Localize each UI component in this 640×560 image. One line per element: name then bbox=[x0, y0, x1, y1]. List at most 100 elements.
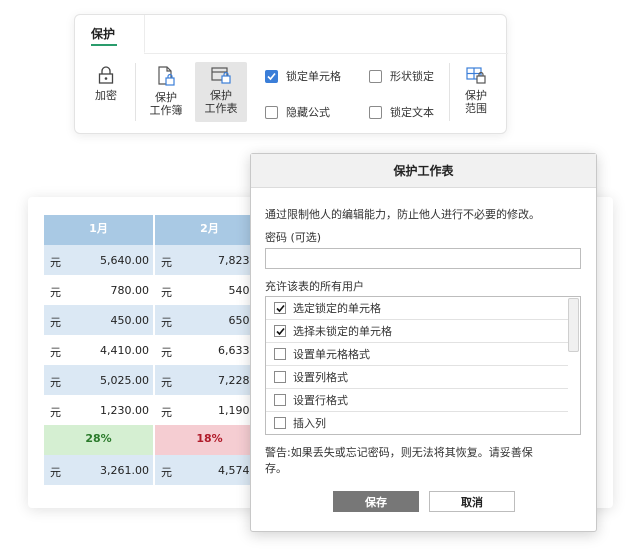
table-cell[interactable]: 元 7,228.0 bbox=[155, 365, 265, 395]
currency-label: 元 bbox=[161, 316, 172, 329]
currency-label: 元 bbox=[50, 316, 61, 329]
currency-label: 元 bbox=[50, 256, 61, 269]
cancel-button[interactable]: 取消 bbox=[429, 491, 515, 512]
hide-formula-label: 隐藏公式 bbox=[286, 106, 330, 119]
list-item[interactable]: 设置列格式 bbox=[266, 366, 568, 389]
protect-sheet-dialog: 保护工作表 通过限制他人的编辑能力，防止他人进行不必要的修改。 密码 (可选) … bbox=[250, 153, 597, 532]
lock-text-option[interactable]: 锁定文本 bbox=[369, 104, 434, 120]
lock-shape-label: 形状锁定 bbox=[390, 70, 434, 83]
table-cell[interactable]: 元 3,261.00 bbox=[44, 455, 154, 485]
table-cell[interactable]: 元 5,640.00 bbox=[44, 245, 154, 275]
list-item[interactable]: 插入列 bbox=[266, 412, 568, 434]
column-header-feb[interactable]: 2月 bbox=[155, 215, 265, 245]
hide-formula-checkbox[interactable] bbox=[265, 105, 278, 119]
currency-label: 元 bbox=[161, 406, 172, 419]
currency-label: 元 bbox=[161, 286, 172, 299]
ribbon-tab-bar: 保护 bbox=[75, 15, 145, 53]
protect-range-label-2: 范围 bbox=[465, 102, 487, 115]
permission-checkbox[interactable] bbox=[274, 394, 286, 406]
column-header-jan[interactable]: 1月 bbox=[44, 215, 154, 245]
lock-shape-checkbox[interactable] bbox=[369, 69, 382, 83]
protect-range-button[interactable]: 保护 范围 bbox=[459, 65, 493, 125]
percent-cell-positive[interactable]: 28% bbox=[44, 425, 154, 455]
table-cell[interactable]: 元 780.00 bbox=[44, 275, 154, 305]
percent-cell-negative[interactable]: 18% bbox=[155, 425, 265, 455]
protect-workbook-label-1: 保护 bbox=[155, 91, 177, 104]
checkmark-icon bbox=[267, 72, 276, 80]
table-cell[interactable]: 元 5,025.00 bbox=[44, 365, 154, 395]
permission-label: 选定锁定的单元格 bbox=[293, 302, 381, 315]
protect-range-label-1: 保护 bbox=[465, 89, 487, 102]
currency-label: 元 bbox=[50, 346, 61, 359]
permission-checkbox[interactable] bbox=[274, 417, 286, 429]
currency-label: 元 bbox=[50, 376, 61, 389]
permission-label: 设置列格式 bbox=[293, 371, 348, 384]
lock-icon bbox=[98, 66, 114, 84]
checkmark-icon bbox=[275, 327, 285, 335]
table-cell[interactable]: 元 540.0 bbox=[155, 275, 265, 305]
protect-sheet-label-2: 工作表 bbox=[204, 102, 238, 115]
range-lock-icon bbox=[466, 67, 486, 84]
currency-label: 元 bbox=[161, 346, 172, 359]
hide-formula-option[interactable]: 隐藏公式 bbox=[265, 104, 330, 120]
lock-shape-option[interactable]: 形状锁定 bbox=[369, 68, 434, 84]
cell-value: 4,410.00 bbox=[100, 344, 149, 357]
cell-value: 450.00 bbox=[110, 314, 150, 327]
encrypt-button[interactable]: 加密 bbox=[91, 65, 121, 125]
lock-cells-label: 锁定单元格 bbox=[286, 70, 341, 83]
list-item[interactable]: 选择未锁定的单元格 bbox=[266, 320, 568, 343]
list-item[interactable]: 设置单元格格式 bbox=[266, 343, 568, 366]
password-field[interactable] bbox=[265, 248, 581, 269]
allow-users-label: 充许该表的所有用户 bbox=[265, 280, 364, 293]
currency-label: 元 bbox=[50, 406, 61, 419]
lock-text-label: 锁定文本 bbox=[390, 106, 434, 119]
cell-value: 5,025.00 bbox=[100, 374, 149, 387]
ribbon-separator bbox=[135, 63, 136, 121]
lock-cells-option[interactable]: 锁定单元格 bbox=[265, 68, 341, 84]
currency-label: 元 bbox=[50, 286, 61, 299]
currency-label: 元 bbox=[50, 466, 61, 479]
protect-sheet-label-1: 保护 bbox=[210, 89, 232, 102]
dialog-title: 保护工作表 bbox=[251, 154, 596, 188]
cell-value: 1,230.00 bbox=[100, 404, 149, 417]
permission-checkbox[interactable] bbox=[274, 325, 286, 337]
permissions-list[interactable]: 选定锁定的单元格 选择未锁定的单元格 设置单元格格式 设置列格式 设置行格式 插… bbox=[265, 296, 581, 435]
protect-workbook-button[interactable]: 保护 工作簿 bbox=[145, 65, 187, 125]
ribbon-separator bbox=[449, 63, 450, 121]
tab-protect[interactable]: 保护 bbox=[91, 25, 115, 42]
permission-checkbox[interactable] bbox=[274, 371, 286, 383]
list-scrollbar[interactable] bbox=[568, 298, 579, 352]
list-item[interactable]: 选定锁定的单元格 bbox=[266, 297, 568, 320]
protect-sheet-button[interactable]: 保护 工作表 bbox=[195, 62, 247, 122]
currency-label: 元 bbox=[161, 256, 172, 269]
lock-cells-checkbox[interactable] bbox=[265, 69, 278, 83]
permission-checkbox[interactable] bbox=[274, 348, 286, 360]
table-cell[interactable]: 元 1,190.0 bbox=[155, 395, 265, 425]
sheet-lock-icon bbox=[211, 67, 231, 84]
currency-label: 元 bbox=[161, 376, 172, 389]
protect-workbook-label-2: 工作簿 bbox=[149, 104, 183, 117]
table-cell[interactable]: 元 6,633.0 bbox=[155, 335, 265, 365]
warning-text-line-2: 存。 bbox=[265, 462, 287, 475]
permission-checkbox[interactable] bbox=[274, 302, 286, 314]
table-cell[interactable]: 元 4,574.0 bbox=[155, 455, 265, 485]
table-cell[interactable]: 元 650.0 bbox=[155, 305, 265, 335]
warning-text-line-1: 警告:如果丢失或忘记密码，则无法将其恢复。请妥善保 bbox=[265, 446, 533, 459]
table-cell[interactable]: 元 4,410.00 bbox=[44, 335, 154, 365]
password-label: 密码 (可选) bbox=[265, 231, 322, 244]
permission-label: 设置行格式 bbox=[293, 394, 348, 407]
tab-active-underline bbox=[91, 44, 117, 46]
table-cell[interactable]: 元 450.00 bbox=[44, 305, 154, 335]
cell-value: 780.00 bbox=[110, 284, 150, 297]
lock-text-checkbox[interactable] bbox=[369, 105, 382, 119]
table-cell[interactable]: 元 7,823.0 bbox=[155, 245, 265, 275]
workbook-lock-icon bbox=[158, 66, 175, 86]
currency-label: 元 bbox=[161, 466, 172, 479]
permission-label: 设置单元格格式 bbox=[293, 348, 370, 361]
cell-value: 5,640.00 bbox=[100, 254, 149, 267]
save-button[interactable]: 保存 bbox=[333, 491, 419, 512]
list-item[interactable]: 设置行格式 bbox=[266, 389, 568, 412]
permission-label: 选择未锁定的单元格 bbox=[293, 325, 392, 338]
table-cell[interactable]: 元 1,230.00 bbox=[44, 395, 154, 425]
protect-ribbon: 保护 加密 保护 工作簿 保护 工作表 锁定单元格 隐藏公式 形状锁定 锁定文本… bbox=[74, 14, 508, 134]
